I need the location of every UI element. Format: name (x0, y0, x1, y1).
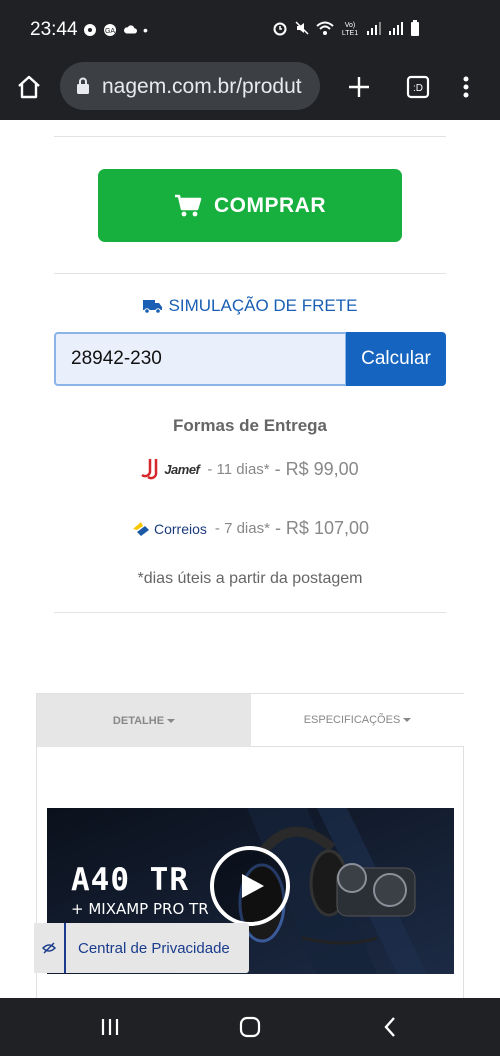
truck-icon (142, 300, 162, 314)
privacy-icon (34, 923, 66, 973)
status-time: 23:44 (30, 19, 78, 40)
eye-slash-icon (42, 942, 56, 954)
caret-down-icon (167, 718, 176, 723)
divider (54, 273, 446, 274)
svg-text:LTE1: LTE1 (342, 30, 358, 36)
delivery-days: - 7 dias* (214, 520, 270, 537)
cart-icon (175, 194, 202, 216)
jamef-mark-icon (141, 459, 158, 480)
menu-button[interactable] (451, 72, 481, 102)
carrier-name: Jamef (164, 461, 200, 477)
jamef-logo: Jamef (141, 458, 200, 480)
svg-text:Vo): Vo) (345, 22, 356, 29)
browser-toolbar: nagem.com.br/produt :D (0, 58, 500, 120)
cep-input[interactable] (54, 332, 347, 386)
play-button[interactable] (210, 846, 290, 926)
privacy-center-button[interactable]: Central de Privacidade (34, 923, 249, 973)
back-button[interactable] (377, 1014, 403, 1040)
home-nav-button[interactable] (237, 1014, 263, 1040)
new-tab-button[interactable] (344, 72, 374, 102)
lock-icon (77, 77, 89, 94)
cloud-icon (124, 25, 137, 34)
tab-label: DETALHE (112, 714, 165, 727)
tab-label: ESPECIFICAÇÕES (303, 714, 401, 726)
delivery-days: - 11 dias* (207, 460, 270, 478)
plus-icon (349, 77, 369, 97)
calculate-button[interactable]: Calcular (346, 332, 446, 386)
url-text: nagem.com.br/produt (102, 75, 302, 98)
video-subtitle: + MIXAMP PRO TR (71, 900, 209, 918)
delivery-option-jamef: Jamef - 11 dias* - R$ 99,00 (0, 458, 500, 480)
delivery-price: - R$ 99,00 (274, 458, 359, 479)
battery-icon (411, 20, 419, 36)
shipping-title-label: SIMULAÇÃO DE FRETE (168, 296, 358, 315)
video-title: A40 TR (71, 862, 189, 898)
status-notification-icons: GA • (83, 22, 148, 38)
signal-2-icon (389, 22, 403, 35)
carrier-name: Correios (154, 520, 207, 537)
buy-button-label: COMPRAR (214, 193, 326, 217)
play-icon (242, 874, 264, 898)
divider (54, 612, 446, 613)
svg-text::D: :D (413, 83, 423, 94)
correios-mark-icon (133, 521, 149, 536)
alarm-icon (273, 22, 287, 36)
tab-switcher-button[interactable]: :D (403, 72, 433, 102)
delivery-price: - R$ 107,00 (274, 518, 369, 538)
business-days-note: *dias úteis a partir da postagem (137, 570, 363, 587)
app-badge-icon: GA (104, 24, 116, 36)
address-bar[interactable]: nagem.com.br/produt (60, 62, 320, 110)
svg-text:GA: GA (105, 28, 115, 35)
page-content: COMPRAR SIMULAÇÃO DE FRETE Calcular Form… (0, 120, 500, 998)
privacy-center-label: Central de Privacidade (78, 939, 230, 957)
delivery-options-heading: Formas de Entrega (173, 416, 327, 435)
mute-icon (295, 21, 309, 35)
back-icon (384, 1017, 395, 1037)
status-system-icons: Vo) LTE1 (272, 20, 420, 36)
more-vert-icon (463, 76, 469, 98)
delivery-option-correios: Correios - 7 dias* - R$ 107,00 (0, 518, 500, 539)
system-nav-bar (0, 998, 500, 1056)
wifi-icon (316, 21, 334, 35)
recents-button[interactable] (97, 1014, 123, 1040)
caret-down-icon (403, 718, 412, 722)
shipping-title: SIMULAÇÃO DE FRETE (0, 296, 500, 316)
divider (54, 136, 446, 137)
tab-especificacoes[interactable]: ESPECIFICAÇÕES (251, 694, 464, 747)
tab-detalhe[interactable]: DETALHE (37, 694, 251, 747)
home-icon (18, 75, 40, 99)
status-dot: • (143, 22, 148, 38)
tab-switcher-icon: :D (406, 75, 430, 99)
buy-button[interactable]: COMPRAR (98, 169, 402, 242)
correios-logo: Correios (131, 520, 207, 538)
recents-icon (101, 1019, 119, 1035)
home-button[interactable] (14, 72, 44, 102)
soccer-ball-icon (84, 24, 96, 36)
signal-1-icon (367, 22, 381, 35)
status-bar: 23:44 GA • Vo) LTE1 (0, 0, 500, 58)
volte-icon: Vo)LTE1 (342, 22, 358, 36)
home-circle-icon (239, 1016, 261, 1038)
